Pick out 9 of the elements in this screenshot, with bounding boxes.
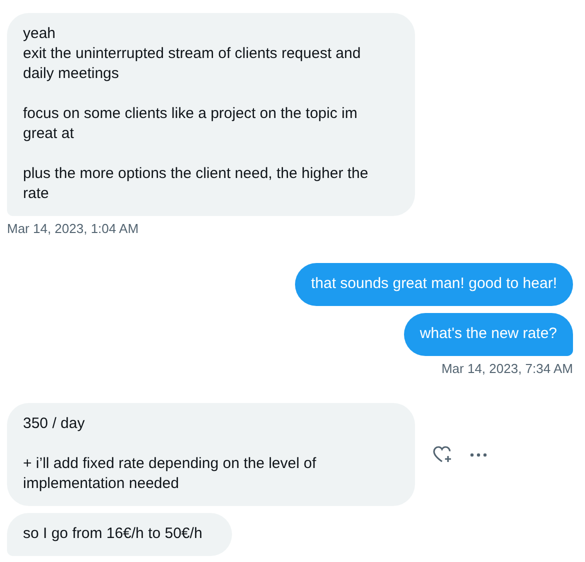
heart-plus-icon[interactable] (433, 446, 452, 463)
message-timestamp: Mar 14, 2023, 1:04 AM (7, 221, 139, 237)
message-bubble: 350 / day + i’ll add fixed rate depending on the level of implementation needed (7, 403, 415, 506)
message-bubble: what's the new rate? (404, 313, 573, 356)
message-bubble: that sounds great man! good to hear! (295, 263, 573, 306)
message-bubble: yeah exit the uninterrupted stream of clients request and daily meetings focus on some clients like a project on the topic im great at plus the more options the client need, the higher the rate (7, 13, 415, 216)
more-icon[interactable] (470, 452, 487, 456)
message-bubble: so I go from 16€/h to 50€/h (7, 513, 232, 556)
message-timestamp: Mar 14, 2023, 7:34 AM (441, 361, 573, 377)
